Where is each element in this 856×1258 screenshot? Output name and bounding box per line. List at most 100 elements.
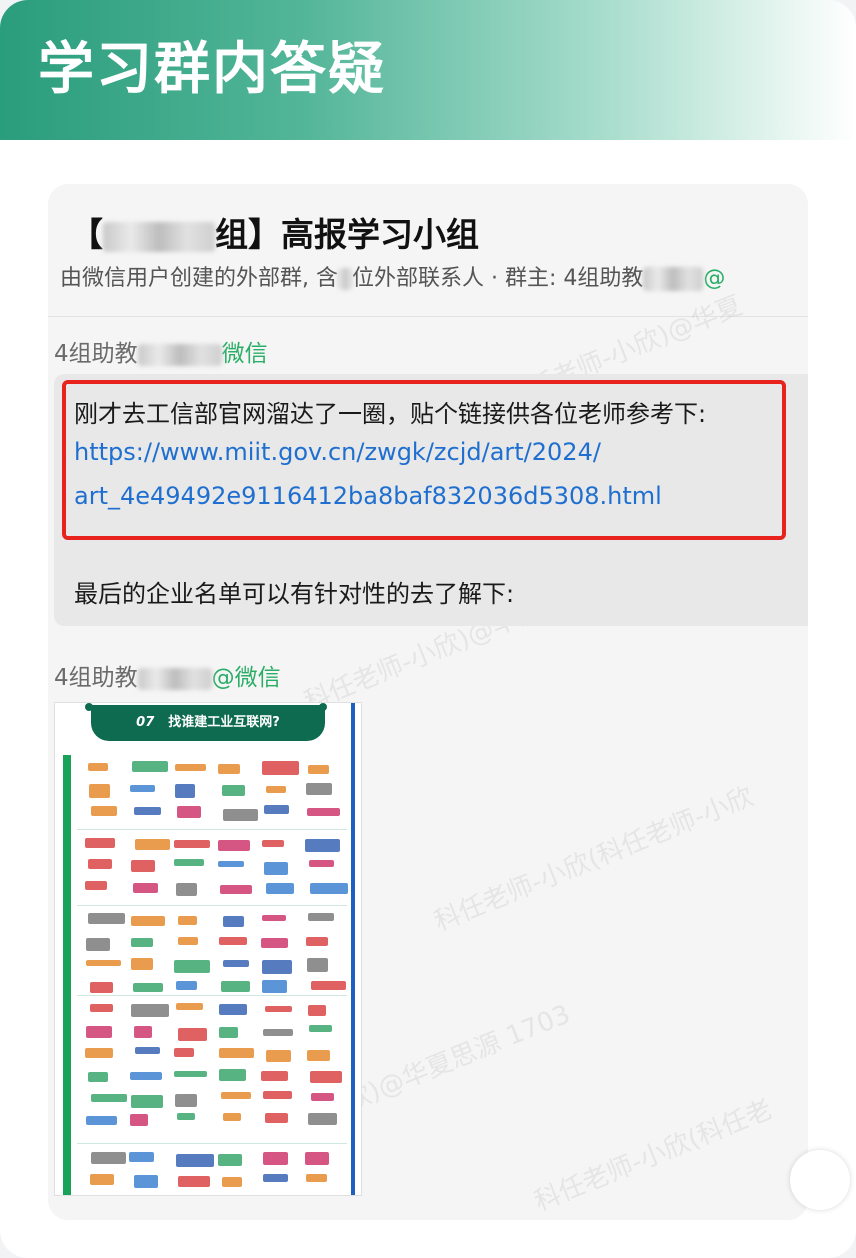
company-logo [90,1004,114,1013]
company-logo [221,1176,242,1187]
company-logo [263,1151,288,1166]
company-logo [130,785,155,793]
company-logo [263,1173,289,1182]
company-logo [261,959,292,974]
company-logo [85,838,115,848]
content-card: 学习群内答疑 【 组】高报学习小组 由微信用户创建的外部群, 含位外部联系人 · … [0,0,856,1258]
company-logo [218,1153,242,1167]
company-logo [87,913,126,924]
company-logo [307,807,341,816]
company-logo [129,1151,154,1162]
company-logo [87,1072,108,1083]
company-logo [309,1070,342,1083]
company-logo [263,861,289,876]
message-sender: 4组助教 @微信 [54,658,281,692]
company-logo [264,1113,288,1124]
group-name-prefix: 【 [70,215,103,254]
company-logo [218,1003,248,1015]
image-side-bar [63,755,71,1195]
company-logo [309,1025,333,1033]
company-logo [132,882,159,894]
company-logo [261,1070,289,1082]
company-logo [130,1072,163,1080]
blurred-name [103,221,215,252]
group-header: 【 组】高报学习小组 由微信用户创建的外部群, 含位外部联系人 · 群主: 4组助… [48,184,808,317]
company-logo [130,958,154,971]
company-logo [305,1173,328,1182]
company-logo [222,784,246,796]
banner: 学习群内答疑 [0,0,856,140]
company-logo [264,805,289,814]
message-sender: 4组助教 微信 [54,334,268,368]
company-logo [134,806,161,815]
logo-section [77,755,347,830]
company-logo [176,1003,204,1011]
company-logo [177,805,201,818]
company-logo [305,1152,330,1165]
group-name-suffix: 组】高报学习小组 [215,215,479,254]
company-logo [131,938,153,948]
company-logo [175,1094,197,1107]
company-logo [218,1069,246,1081]
company-logo [217,860,244,867]
company-logo [133,1175,158,1188]
company-logo [305,839,340,852]
company-logo [218,1027,239,1039]
company-logo [308,913,334,921]
company-logo [307,764,330,775]
company-logo [90,806,118,817]
group-desc-mid: 位外部联系人 · 群主: 4组助教 [352,266,644,291]
company-logo [221,981,250,992]
company-logo [266,1049,292,1062]
company-logo [176,882,197,896]
sender-platform: 微信 [221,341,268,367]
company-logo [173,1048,195,1057]
company-logo [178,1028,208,1042]
company-logo [134,838,171,850]
group-name: 【 组】高报学习小组 [70,208,479,256]
company-logo [89,981,114,993]
company-logo [307,1113,338,1125]
company-logo [310,883,349,895]
message-text: 刚才去工信部官网溜达了一圈，贴个链接供各位老师参考下: [74,400,707,428]
company-logo [265,785,287,794]
message-link[interactable]: https://www.miit.gov.cn/zwgk/zcjd/art/20… [74,438,601,466]
company-logo [261,979,288,993]
company-logo [264,1005,293,1013]
company-logo [222,915,245,928]
image-number: 07 [136,715,155,730]
image-heading: 07 找谁建工业互联网? [91,705,325,741]
company-logo [222,1113,242,1121]
company-logo [310,1093,334,1102]
floating-button[interactable] [790,1150,850,1210]
company-logo [307,958,329,972]
company-logo [174,959,211,974]
company-logo [86,937,111,952]
company-logo [308,860,335,867]
watermark: 科任老师-小欣(科任老 [530,1094,777,1218]
company-logo [132,761,168,773]
company-logo [176,1113,196,1121]
company-logo [85,1048,114,1059]
company-logo [176,1154,214,1168]
company-logo [90,1094,128,1103]
company-logo [266,882,295,895]
company-logo [129,1113,148,1126]
sender-name: 4组助教 [54,665,138,691]
company-logo [85,959,121,967]
company-logo [222,960,249,967]
company-logo [133,982,164,992]
company-logo [305,783,332,795]
image-right-bar [351,703,355,1195]
group-desc-suffix: @ [703,266,726,291]
company-logo [173,1070,207,1078]
company-logo [307,1004,326,1016]
company-logo [218,763,240,775]
company-logo [173,840,210,849]
message-link-continued[interactable]: art_4e49492e9116412ba8baf832036d5308.htm… [74,482,662,510]
company-logo [220,1092,252,1100]
watermark: 科任老师-小欣(科任老师-小欣 [430,781,758,938]
company-logo [131,859,156,873]
banner-title: 学习群内答疑 [38,37,386,102]
image-message[interactable]: 07 找谁建工业互联网? [54,702,362,1196]
